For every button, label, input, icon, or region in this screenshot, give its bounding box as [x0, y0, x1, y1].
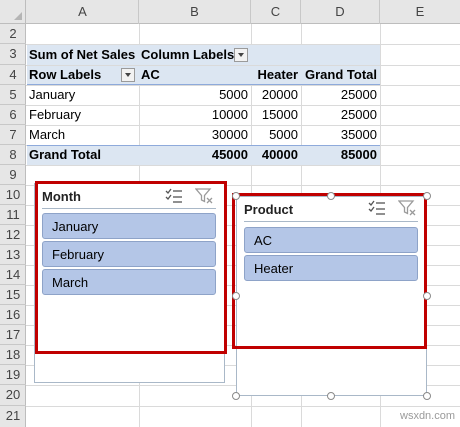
- pivot-cell-heater[interactable]: 15000: [251, 105, 301, 125]
- grid-line: [26, 406, 460, 407]
- product-slicer-highlight: [232, 193, 427, 349]
- row-labels-filter-button[interactable]: [121, 68, 135, 82]
- row-header-11[interactable]: 11: [0, 205, 26, 225]
- pivot-row-label[interactable]: February: [29, 105, 137, 125]
- column-header-e[interactable]: E: [380, 0, 460, 24]
- row-header-10[interactable]: 10: [0, 185, 26, 205]
- row-header-2[interactable]: 2: [0, 24, 26, 44]
- pivot-header-heater[interactable]: Heater: [251, 65, 301, 85]
- pivot-cell-heater[interactable]: 20000: [251, 85, 301, 105]
- resize-handle[interactable]: [327, 192, 335, 200]
- column-header-c[interactable]: C: [251, 0, 301, 24]
- pivot-grand-total-ac[interactable]: 45000: [139, 145, 251, 165]
- grid-line: [26, 165, 460, 166]
- row-header-6[interactable]: 6: [0, 105, 26, 125]
- resize-handle[interactable]: [232, 192, 240, 200]
- pivot-grand-total-label[interactable]: Grand Total: [29, 145, 137, 165]
- pivot-grand-total-total[interactable]: 85000: [301, 145, 380, 165]
- row-header-4[interactable]: 4: [0, 65, 26, 85]
- row-header-21[interactable]: 21: [0, 406, 26, 427]
- resize-handle[interactable]: [327, 392, 335, 400]
- column-header-d[interactable]: D: [301, 0, 380, 24]
- resize-handle[interactable]: [423, 292, 431, 300]
- pivot-grand-total-heater[interactable]: 40000: [251, 145, 301, 165]
- resize-handle[interactable]: [232, 392, 240, 400]
- select-all-corner[interactable]: [0, 0, 26, 24]
- pivot-header-grand-total[interactable]: Grand Total: [301, 65, 380, 85]
- row-header-8[interactable]: 8: [0, 145, 26, 165]
- resize-handle[interactable]: [423, 192, 431, 200]
- watermark: wsxdn.com: [398, 410, 458, 422]
- pivot-cell-ac[interactable]: 5000: [139, 85, 251, 105]
- pivot-cell-ac[interactable]: 30000: [139, 125, 251, 145]
- row-header-13[interactable]: 13: [0, 245, 26, 265]
- pivot-cell-heater[interactable]: 5000: [251, 125, 301, 145]
- row-header-18[interactable]: 18: [0, 345, 26, 365]
- column-labels-filter-button[interactable]: [234, 48, 248, 62]
- select-all-icon: [14, 12, 22, 20]
- row-header-15[interactable]: 15: [0, 285, 26, 305]
- row-header-17[interactable]: 17: [0, 325, 26, 345]
- pivot-column-labels[interactable]: Column Labels: [141, 45, 236, 65]
- row-header-3[interactable]: 3: [0, 44, 26, 65]
- column-header-b[interactable]: B: [139, 0, 251, 24]
- column-header-a[interactable]: A: [27, 0, 139, 24]
- row-header-12[interactable]: 12: [0, 225, 26, 245]
- resize-handle[interactable]: [423, 392, 431, 400]
- pivot-row-label[interactable]: March: [29, 125, 137, 145]
- pivot-sum-label[interactable]: Sum of Net Sales: [29, 45, 139, 65]
- row-header-16[interactable]: 16: [0, 305, 26, 325]
- pivot-cell-total[interactable]: 25000: [301, 85, 380, 105]
- month-slicer-highlight: [35, 181, 227, 354]
- row-header-9[interactable]: 9: [0, 165, 26, 185]
- pivot-row-labels[interactable]: Row Labels: [29, 65, 121, 85]
- resize-handle[interactable]: [232, 292, 240, 300]
- pivot-cell-total[interactable]: 35000: [301, 125, 380, 145]
- row-header-19[interactable]: 19: [0, 365, 26, 385]
- pivot-row-label[interactable]: January: [29, 85, 137, 105]
- row-header-5[interactable]: 5: [0, 85, 26, 105]
- pivot-header-ac[interactable]: AC: [141, 65, 181, 85]
- row-header-14[interactable]: 14: [0, 265, 26, 285]
- pivot-cell-ac[interactable]: 10000: [139, 105, 251, 125]
- row-header-20[interactable]: 20: [0, 385, 26, 406]
- row-header-7[interactable]: 7: [0, 125, 26, 145]
- pivot-cell-total[interactable]: 25000: [301, 105, 380, 125]
